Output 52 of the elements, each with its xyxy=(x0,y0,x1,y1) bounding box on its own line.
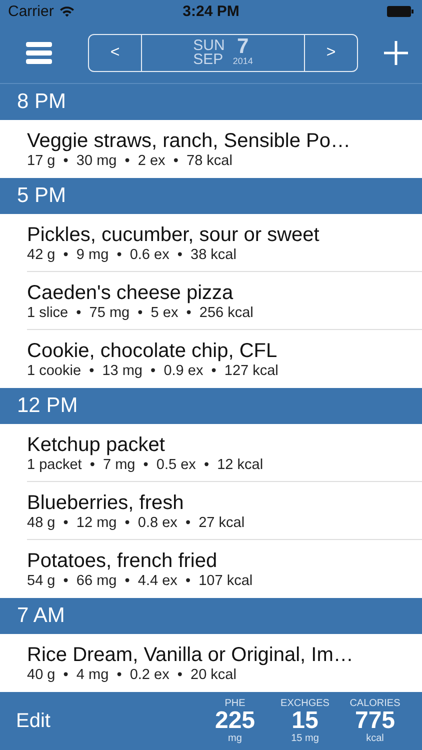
section-header: 12 PM xyxy=(0,388,422,424)
section-header: 8 PM xyxy=(0,84,422,120)
food-name: Pickles, cucumber, sour or sweet xyxy=(27,222,320,246)
menu-button[interactable] xyxy=(26,42,52,64)
total-unit: 15 mg xyxy=(291,733,319,744)
food-entry[interactable]: Veggie straws, ranch, Sensible Po… 17 g • 30 mg • 2 ex • 78 kcal xyxy=(27,120,422,178)
carrier-name: Carrier xyxy=(8,2,54,20)
food-details: 54 g • 66 mg • 4.4 ex • 107 kcal xyxy=(27,573,254,589)
total-unit: kcal xyxy=(366,733,384,744)
total-label: EXCHGES xyxy=(280,698,330,709)
total-value: 775 xyxy=(354,709,396,733)
month-label: SEP xyxy=(193,52,224,66)
year-label: 2014 xyxy=(232,56,253,67)
edit-button[interactable]: Edit xyxy=(0,710,50,732)
next-day-button[interactable]: > xyxy=(305,34,357,70)
plus-icon xyxy=(384,40,408,64)
day-number: 7 xyxy=(236,38,249,56)
weekday-label: SUN xyxy=(193,38,225,52)
food-details: 1 packet • 7 mg • 0.5 ex • 12 kcal xyxy=(27,456,264,472)
food-entry[interactable]: Rice Dream, Vanilla or Original, Im… 40 g • 4 mg • 0.2 ex • 20 kcal xyxy=(27,634,422,692)
add-button[interactable] xyxy=(384,40,408,64)
food-details: 1 slice • 75 mg • 5 ex • 256 kcal xyxy=(27,304,254,320)
total-label: CALORIES xyxy=(350,698,400,709)
food-details: 48 g • 12 mg • 0.8 ex • 27 kcal xyxy=(27,514,246,530)
status-time: 3:24 PM xyxy=(182,2,240,20)
food-entry[interactable]: Caeden's cheese pizza 1 slice • 75 mg • 5 ex • 256 kcal xyxy=(27,272,422,330)
food-details: 40 g • 4 mg • 0.2 ex • 20 kcal xyxy=(27,667,238,683)
food-entry[interactable]: Blueberries, fresh 48 g • 12 mg • 0.8 ex • 27 kcal xyxy=(27,482,422,540)
total-value: 225 xyxy=(214,709,256,733)
food-name: Caeden's cheese pizza xyxy=(27,280,234,304)
food-details: 42 g • 9 mg • 0.6 ex • 38 kcal xyxy=(27,246,238,262)
food-name: Potatoes, french fried xyxy=(27,549,218,573)
section-header: 7 AM xyxy=(0,598,422,634)
food-name: Rice Dream, Vanilla or Original, Im… xyxy=(27,643,354,667)
total-label: PHE xyxy=(224,698,246,709)
food-name: Blueberries, fresh xyxy=(27,490,185,514)
food-details: 1 cookie • 13 mg • 0.9 ex • 127 kcal xyxy=(27,363,280,379)
food-entry[interactable]: Pickles, cucumber, sour or sweet 42 g • 9 mg • 0.6 ex • 38 kcal xyxy=(27,214,422,272)
food-name: Cookie, chocolate chip, CFL xyxy=(27,339,278,363)
wifi-icon xyxy=(58,5,75,17)
food-name: Veggie straws, ranch, Sensible Po… xyxy=(27,129,352,153)
food-name: Ketchup packet xyxy=(27,432,166,456)
battery-icon xyxy=(387,6,414,16)
total-value: 15 xyxy=(292,709,318,733)
food-details: 17 g • 30 mg • 2 ex • 78 kcal xyxy=(27,153,234,169)
food-entry[interactable]: Ketchup packet 1 packet • 7 mg • 0.5 ex • 12 kcal xyxy=(27,424,422,482)
food-entry[interactable]: Cookie, chocolate chip, CFL 1 cookie • 13 mg • 0.9 ex • 127 kcal xyxy=(27,330,422,388)
total-unit: mg xyxy=(228,733,242,744)
food-entry[interactable]: Potatoes, french fried 54 g • 66 mg • 4.4 ex • 107 kcal xyxy=(27,540,422,598)
menu-icon xyxy=(26,42,52,64)
section-header: 5 PM xyxy=(0,178,422,214)
previous-day-button[interactable]: < xyxy=(89,34,141,70)
